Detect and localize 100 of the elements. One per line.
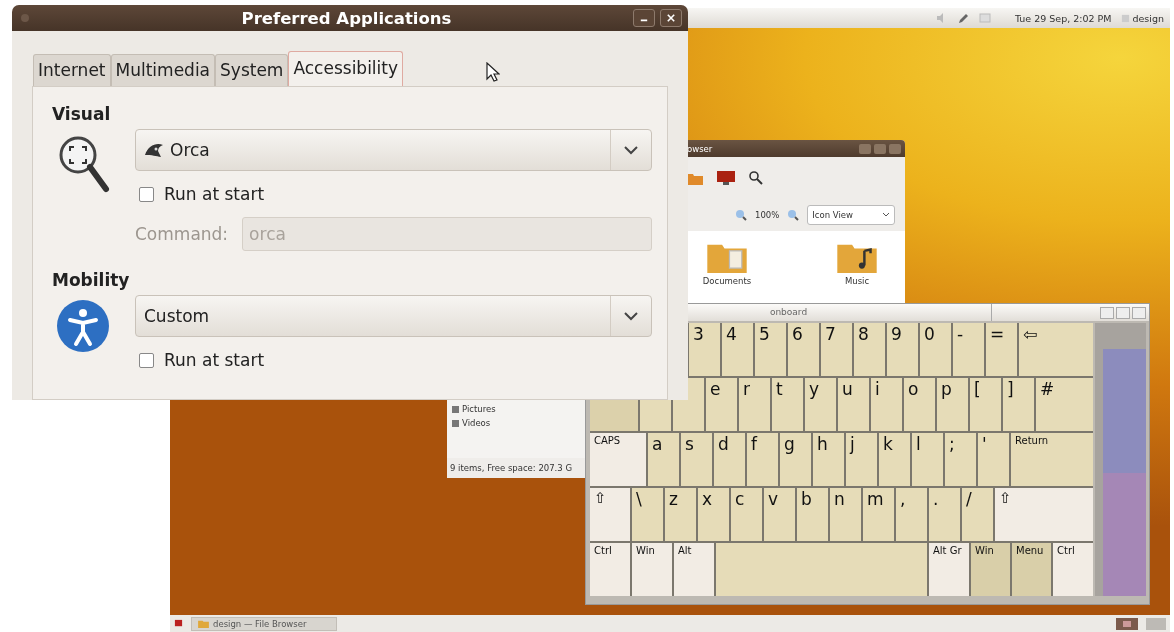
user-icon: [1121, 13, 1131, 23]
keyboard-key[interactable]: a: [648, 433, 679, 486]
checkbox[interactable]: [139, 352, 154, 368]
application-dropdown[interactable]: Orca: [135, 129, 652, 171]
tab[interactable]: Internet: [33, 54, 111, 86]
keyboard-key[interactable]: t: [772, 378, 803, 431]
keyboard-key[interactable]: j: [846, 433, 877, 486]
window-title: Preferred Applications: [240, 8, 453, 28]
checkbox-label[interactable]: Run at start: [164, 184, 265, 204]
zoom-in-icon[interactable]: [787, 209, 800, 221]
keyboard-key[interactable]: z: [665, 488, 696, 541]
user-name[interactable]: design: [1132, 12, 1164, 24]
file-label[interactable]: Music: [844, 276, 870, 286]
keyboard-key[interactable]: p: [937, 378, 968, 431]
keyboard-key[interactable]: 0: [920, 323, 951, 376]
window-menu-icon[interactable]: [20, 13, 30, 23]
keyboard-key[interactable]: 9: [887, 323, 918, 376]
keyboard-key[interactable]: v: [764, 488, 795, 541]
keyboard-key[interactable]: 5: [755, 323, 786, 376]
clock[interactable]: Tue 29 Sep, 2:02 PM: [1014, 12, 1112, 24]
keyboard-key[interactable]: /: [962, 488, 993, 541]
zoom-level: 100%: [755, 210, 780, 220]
keyboard-key[interactable]: Menu: [1012, 543, 1051, 596]
keyboard-key[interactable]: m: [863, 488, 894, 541]
home-folder-icon[interactable]: [687, 171, 703, 185]
tab[interactable]: System: [215, 54, 289, 86]
keyboard-key[interactable]: u: [838, 378, 869, 431]
keyboard-key[interactable]: Win: [971, 543, 1010, 596]
keyboard-key[interactable]: 4: [722, 323, 753, 376]
search-icon[interactable]: [749, 171, 763, 185]
tab[interactable]: Multimedia: [110, 54, 216, 86]
view-dropdown[interactable]: Icon View: [807, 205, 896, 225]
sidebar-item[interactable]: Pictures: [452, 404, 496, 414]
keyboard-key[interactable]: ;: [945, 433, 976, 486]
keyboard-key[interactable]: 6: [788, 323, 819, 376]
minimize-button[interactable]: [633, 9, 655, 27]
keyboard-key[interactable]: i: [871, 378, 902, 431]
keyboard-key[interactable]: ⇧: [995, 488, 1093, 541]
file-label[interactable]: Documents: [702, 276, 752, 286]
workspace-icon[interactable]: [1146, 617, 1166, 630]
zoom-out-icon[interactable]: [735, 209, 747, 221]
keyboard-key[interactable]: x: [698, 488, 729, 541]
keyboard-key[interactable]: Ctrl: [590, 543, 630, 596]
keyboard-key[interactable]: Alt: [674, 543, 714, 596]
keyboard-key[interactable]: f: [747, 433, 778, 486]
keyboard-key[interactable]: 3: [689, 323, 720, 376]
keyboard-key[interactable]: 7: [821, 323, 852, 376]
keyboard-key[interactable]: =: [986, 323, 1017, 376]
keyboard-key[interactable]: y: [805, 378, 836, 431]
application-dropdown[interactable]: Custom: [135, 295, 652, 337]
maximize-button[interactable]: [1116, 306, 1130, 319]
keyboard-key[interactable]: h: [813, 433, 844, 486]
keyboard-key[interactable]: b: [797, 488, 828, 541]
keyboard-key[interactable]: o: [904, 378, 935, 431]
keyboard-key[interactable]: g: [780, 433, 811, 486]
keyboard-key[interactable]: Alt Gr: [929, 543, 969, 596]
keyboard-key[interactable]: ⇧: [590, 488, 630, 541]
keyboard-key[interactable]: #: [1036, 378, 1093, 431]
keyboard-key[interactable]: Win: [632, 543, 672, 596]
checkbox-label[interactable]: Run at start: [164, 350, 265, 370]
keyboard-key[interactable]: ,: [896, 488, 927, 541]
minimize-button[interactable]: [859, 143, 871, 154]
section-heading: Visual: [52, 103, 112, 126]
keyboard-key[interactable]: c: [731, 488, 762, 541]
keyboard-key[interactable]: Return: [1011, 433, 1093, 486]
keyboard-key[interactable]: e: [706, 378, 737, 431]
chevron-down-icon: [882, 212, 891, 218]
keyboard-key[interactable]: -: [953, 323, 984, 376]
section-heading: Mobility: [52, 269, 131, 292]
chevron-down-icon: [624, 311, 638, 321]
taskbar-button[interactable]: design — File Browser: [191, 616, 338, 631]
keyboard-key[interactable]: r: [739, 378, 770, 431]
close-button[interactable]: [660, 9, 682, 27]
keyboard-key[interactable]: CAPS: [590, 433, 646, 486]
chevron-down-icon: [624, 145, 638, 155]
keyboard-key[interactable]: k: [879, 433, 910, 486]
computer-icon[interactable]: [717, 171, 735, 185]
field-label: Command:: [135, 224, 229, 244]
keyboard-key[interactable]: [: [970, 378, 1001, 431]
keyboard-key[interactable]: ⇦: [1019, 323, 1093, 376]
show-desktop-icon[interactable]: [174, 619, 183, 628]
maximize-button[interactable]: [874, 143, 886, 154]
keyboard-key[interactable]: 8: [854, 323, 885, 376]
keyboard-key[interactable]: \: [632, 488, 663, 541]
keyboard-key[interactable]: d: [714, 433, 745, 486]
keyboard-key[interactable]: ]: [1003, 378, 1034, 431]
minimize-button[interactable]: [1100, 306, 1114, 319]
keyboard-key[interactable]: n: [830, 488, 861, 541]
close-icon: [667, 13, 675, 23]
keyboard-key[interactable]: ': [978, 433, 1009, 486]
orca-icon: [144, 141, 164, 159]
keyboard-key[interactable]: l: [912, 433, 943, 486]
keyboard-key[interactable]: .: [929, 488, 960, 541]
tab[interactable]: Accessibility: [288, 51, 404, 86]
sidebar-item[interactable]: Videos: [452, 418, 491, 428]
trash-icon[interactable]: [1116, 617, 1138, 630]
checkbox[interactable]: [139, 186, 154, 202]
folder-icon: [198, 619, 209, 628]
keyboard-key[interactable]: s: [681, 433, 712, 486]
keyboard-key[interactable]: Ctrl: [1053, 543, 1093, 596]
